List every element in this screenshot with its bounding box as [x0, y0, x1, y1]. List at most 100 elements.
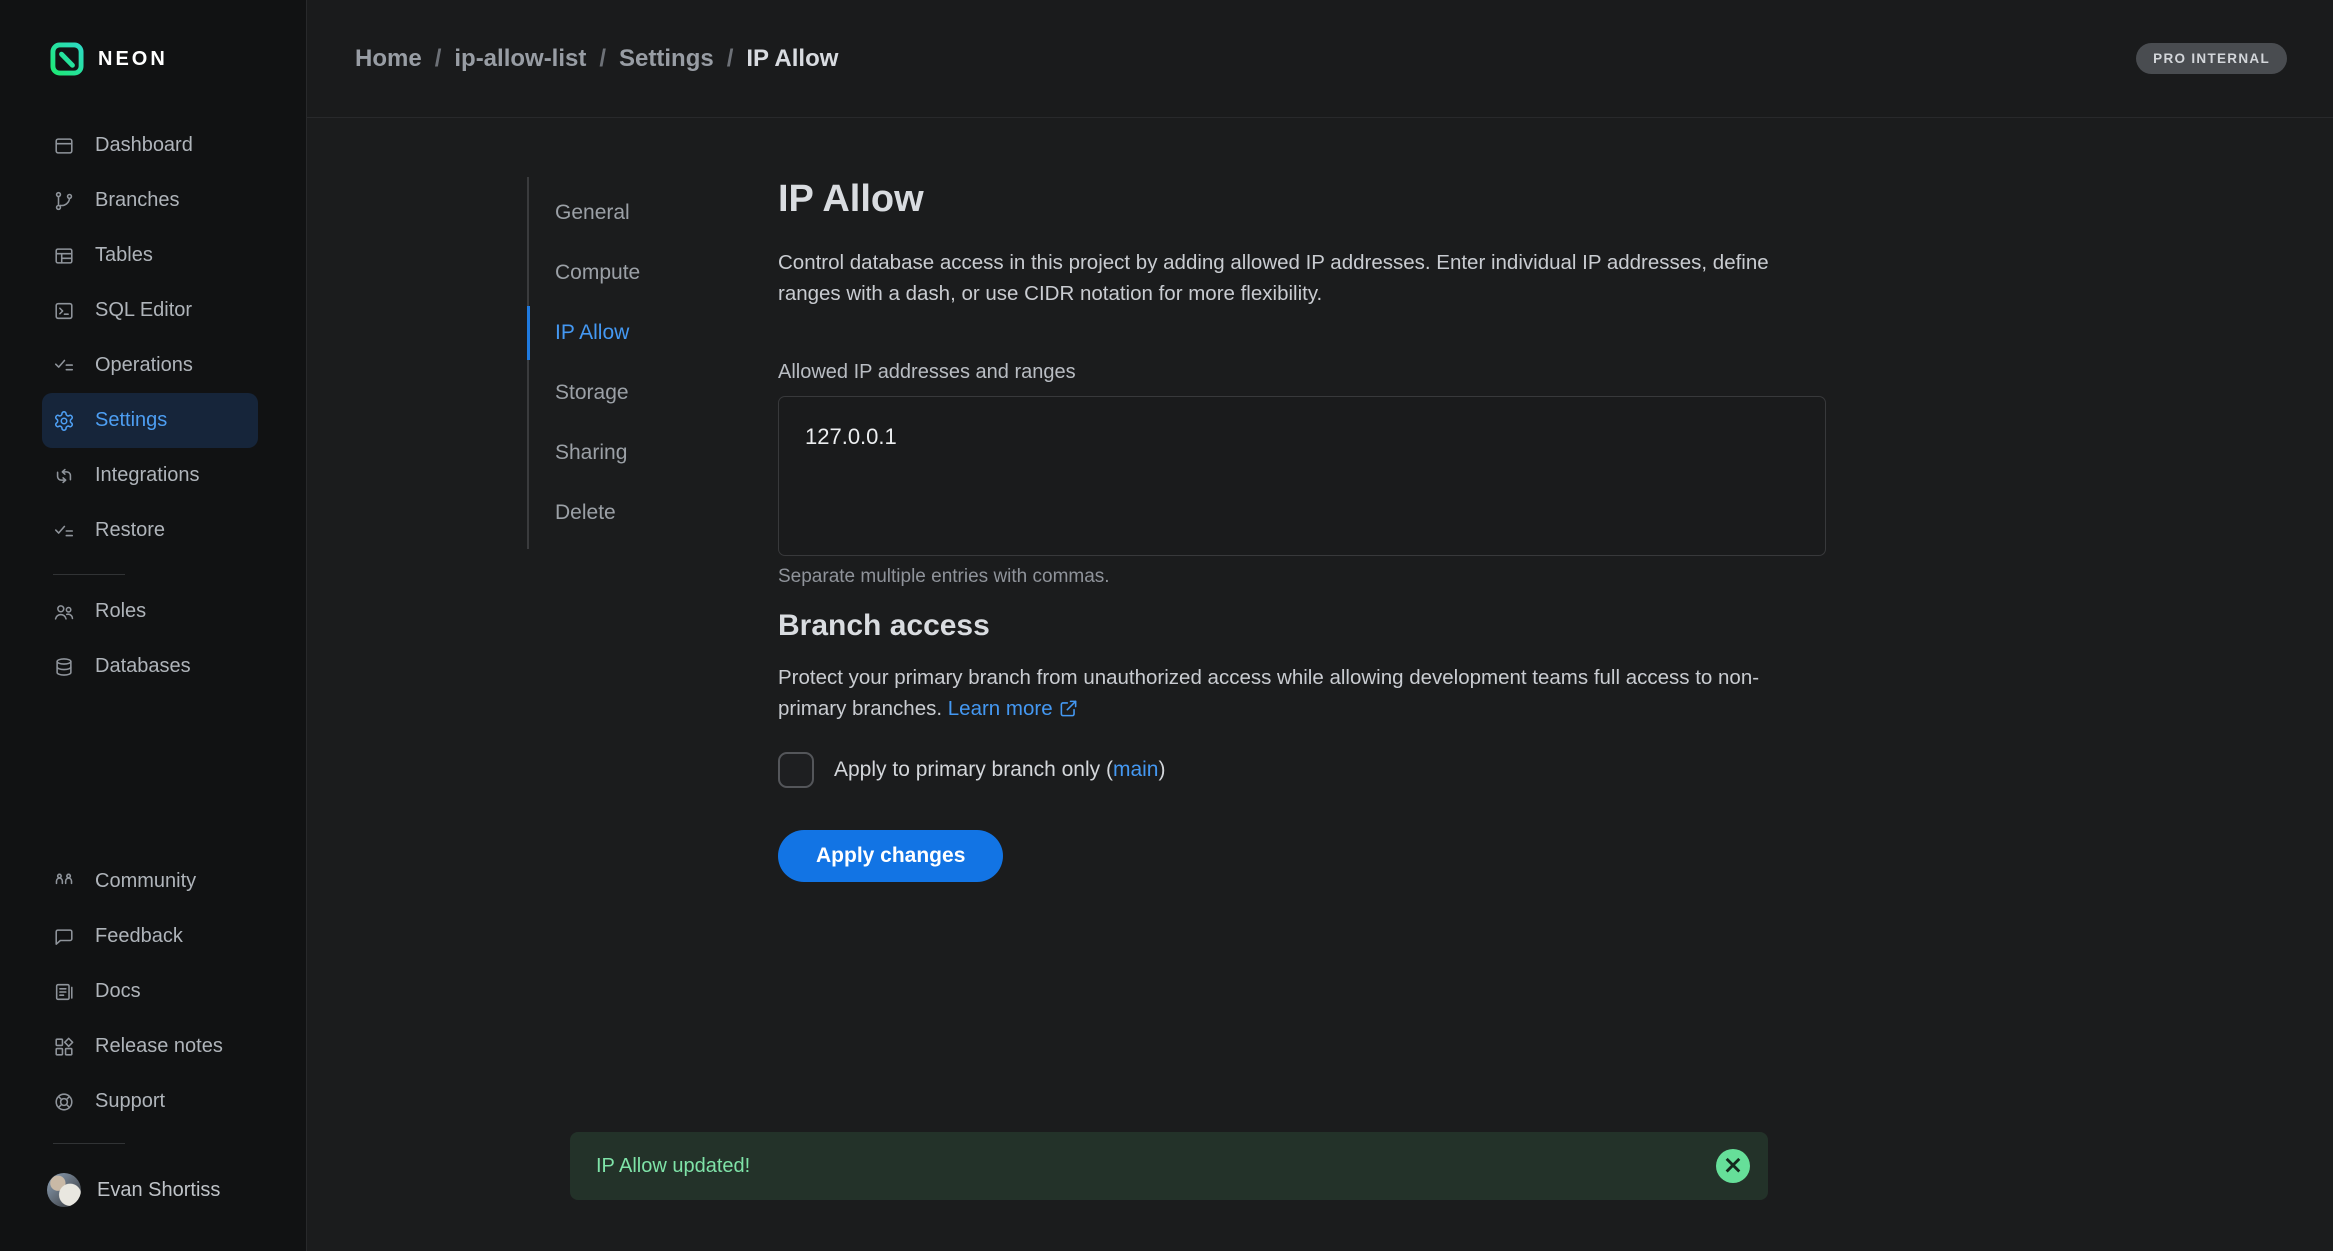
neon-logo[interactable]: NEON: [50, 42, 168, 76]
main-content: General Compute IP Allow Storage Sharing…: [307, 118, 2333, 1251]
sidebar-item-restore[interactable]: Restore: [42, 503, 258, 558]
subnav-item-delete[interactable]: Delete: [529, 483, 727, 543]
sidebar-item-label: Restore: [95, 519, 165, 542]
subnav-item-general[interactable]: General: [529, 183, 727, 243]
sidebar-nav-secondary: Roles Databases: [42, 584, 258, 694]
sidebar-item-feedback[interactable]: Feedback: [42, 909, 258, 964]
checkbox-label: Apply to primary branch only (main): [834, 758, 1165, 782]
sidebar-item-label: Operations: [95, 354, 193, 377]
sidebar-item-dashboard[interactable]: Dashboard: [42, 118, 258, 173]
user-name: Evan Shortiss: [97, 1179, 220, 1202]
sidebar-item-label: Release notes: [95, 1035, 223, 1058]
feedback-icon: [53, 926, 75, 948]
branch-access-text: Protect your primary branch from unautho…: [778, 666, 1759, 720]
topbar: Home / ip-allow-list / Settings / IP All…: [307, 0, 2333, 118]
sidebar-item-tables[interactable]: Tables: [42, 228, 258, 283]
sidebar-item-operations[interactable]: Operations: [42, 338, 258, 393]
breadcrumb-current: IP Allow: [746, 45, 838, 73]
sidebar-item-release-notes[interactable]: Release notes: [42, 1019, 258, 1074]
toast-message: IP Allow updated!: [596, 1155, 750, 1178]
active-indicator: [527, 306, 530, 360]
sidebar-item-label: Dashboard: [95, 134, 193, 157]
operations-icon: [53, 355, 75, 377]
brand-wordmark: NEON: [98, 48, 168, 71]
breadcrumb-separator: /: [599, 45, 606, 73]
learn-more-link[interactable]: Learn more: [948, 697, 1078, 720]
sidebar-item-roles[interactable]: Roles: [42, 584, 258, 639]
subnav-label: Storage: [555, 381, 629, 405]
learn-more-label: Learn more: [948, 697, 1053, 720]
sidebar-item-settings[interactable]: Settings: [42, 393, 258, 448]
subnav-label: General: [555, 201, 630, 225]
subnav-item-storage[interactable]: Storage: [529, 363, 727, 423]
neon-logo-icon: [50, 42, 84, 76]
breadcrumb-settings[interactable]: Settings: [619, 45, 714, 73]
sidebar-nav-bottom: Community Feedback Docs Release notes Su…: [42, 854, 258, 1129]
community-icon: [53, 871, 75, 893]
restore-icon: [53, 520, 75, 542]
sidebar-item-label: Integrations: [95, 464, 200, 487]
breadcrumb-separator: /: [435, 45, 442, 73]
ip-field-label: Allowed IP addresses and ranges: [778, 361, 1826, 384]
sidebar-item-label: Branches: [95, 189, 180, 212]
sidebar-item-label: Settings: [95, 409, 167, 432]
ip-addresses-input[interactable]: 127.0.0.1: [778, 396, 1826, 556]
databases-icon: [53, 656, 75, 678]
close-icon: ×: [1723, 1152, 1744, 1177]
sidebar: NEON Dashboard Branches Tables SQL Edito…: [0, 0, 307, 1251]
subnav-item-sharing[interactable]: Sharing: [529, 423, 727, 483]
subnav-label: IP Allow: [555, 321, 629, 345]
subnav-item-ip-allow[interactable]: IP Allow: [529, 303, 727, 363]
settings-subnav: General Compute IP Allow Storage Sharing…: [527, 177, 727, 549]
dashboard-icon: [53, 135, 75, 157]
checkbox-label-prefix: Apply to primary branch only (: [834, 758, 1113, 781]
primary-branch-only-checkbox[interactable]: [778, 752, 814, 788]
sidebar-item-sql-editor[interactable]: SQL Editor: [42, 283, 258, 338]
ip-allow-panel: IP Allow Control database access in this…: [778, 177, 1826, 882]
sidebar-item-branches[interactable]: Branches: [42, 173, 258, 228]
breadcrumb-separator: /: [727, 45, 734, 73]
plan-badge: PRO INTERNAL: [2136, 43, 2287, 74]
breadcrumb: Home / ip-allow-list / Settings / IP All…: [355, 45, 838, 73]
external-link-icon: [1059, 699, 1078, 718]
success-toast: IP Allow updated! ×: [570, 1132, 1768, 1200]
sidebar-item-label: Roles: [95, 600, 146, 623]
branch-name-link[interactable]: main: [1113, 758, 1159, 781]
sql-editor-icon: [53, 300, 75, 322]
sidebar-item-community[interactable]: Community: [42, 854, 258, 909]
branch-access-description: Protect your primary branch from unautho…: [778, 662, 1788, 724]
sidebar-item-label: Support: [95, 1090, 165, 1113]
sidebar-item-databases[interactable]: Databases: [42, 639, 258, 694]
release-notes-icon: [53, 1036, 75, 1058]
avatar: [47, 1173, 81, 1207]
checkbox-label-suffix: ): [1158, 758, 1165, 781]
sidebar-item-label: Community: [95, 870, 196, 893]
sidebar-nav-main: Dashboard Branches Tables SQL Editor Ope…: [42, 118, 258, 558]
page-title: IP Allow: [778, 177, 1826, 221]
toast-close-button[interactable]: ×: [1716, 1149, 1750, 1183]
sidebar-item-label: Databases: [95, 655, 191, 678]
sidebar-divider: [53, 1143, 125, 1144]
sidebar-item-support[interactable]: Support: [42, 1074, 258, 1129]
subnav-item-compute[interactable]: Compute: [529, 243, 727, 303]
roles-icon: [53, 601, 75, 623]
sidebar-item-docs[interactable]: Docs: [42, 964, 258, 1019]
settings-gear-icon: [53, 410, 75, 432]
page-description: Control database access in this project …: [778, 247, 1788, 309]
sidebar-item-label: Feedback: [95, 925, 183, 948]
integrations-icon: [53, 465, 75, 487]
ip-field-helper: Separate multiple entries with commas.: [778, 566, 1826, 588]
docs-icon: [53, 981, 75, 1003]
sidebar-item-label: Docs: [95, 980, 141, 1003]
sidebar-item-label: SQL Editor: [95, 299, 192, 322]
subnav-label: Sharing: [555, 441, 627, 465]
primary-branch-only-row: Apply to primary branch only (main): [778, 752, 1826, 788]
user-menu[interactable]: Evan Shortiss: [47, 1173, 220, 1207]
tables-icon: [53, 245, 75, 267]
sidebar-divider: [53, 574, 125, 575]
apply-changes-button[interactable]: Apply changes: [778, 830, 1003, 882]
breadcrumb-project[interactable]: ip-allow-list: [454, 45, 586, 73]
breadcrumb-home[interactable]: Home: [355, 45, 422, 73]
subnav-label: Compute: [555, 261, 640, 285]
sidebar-item-integrations[interactable]: Integrations: [42, 448, 258, 503]
